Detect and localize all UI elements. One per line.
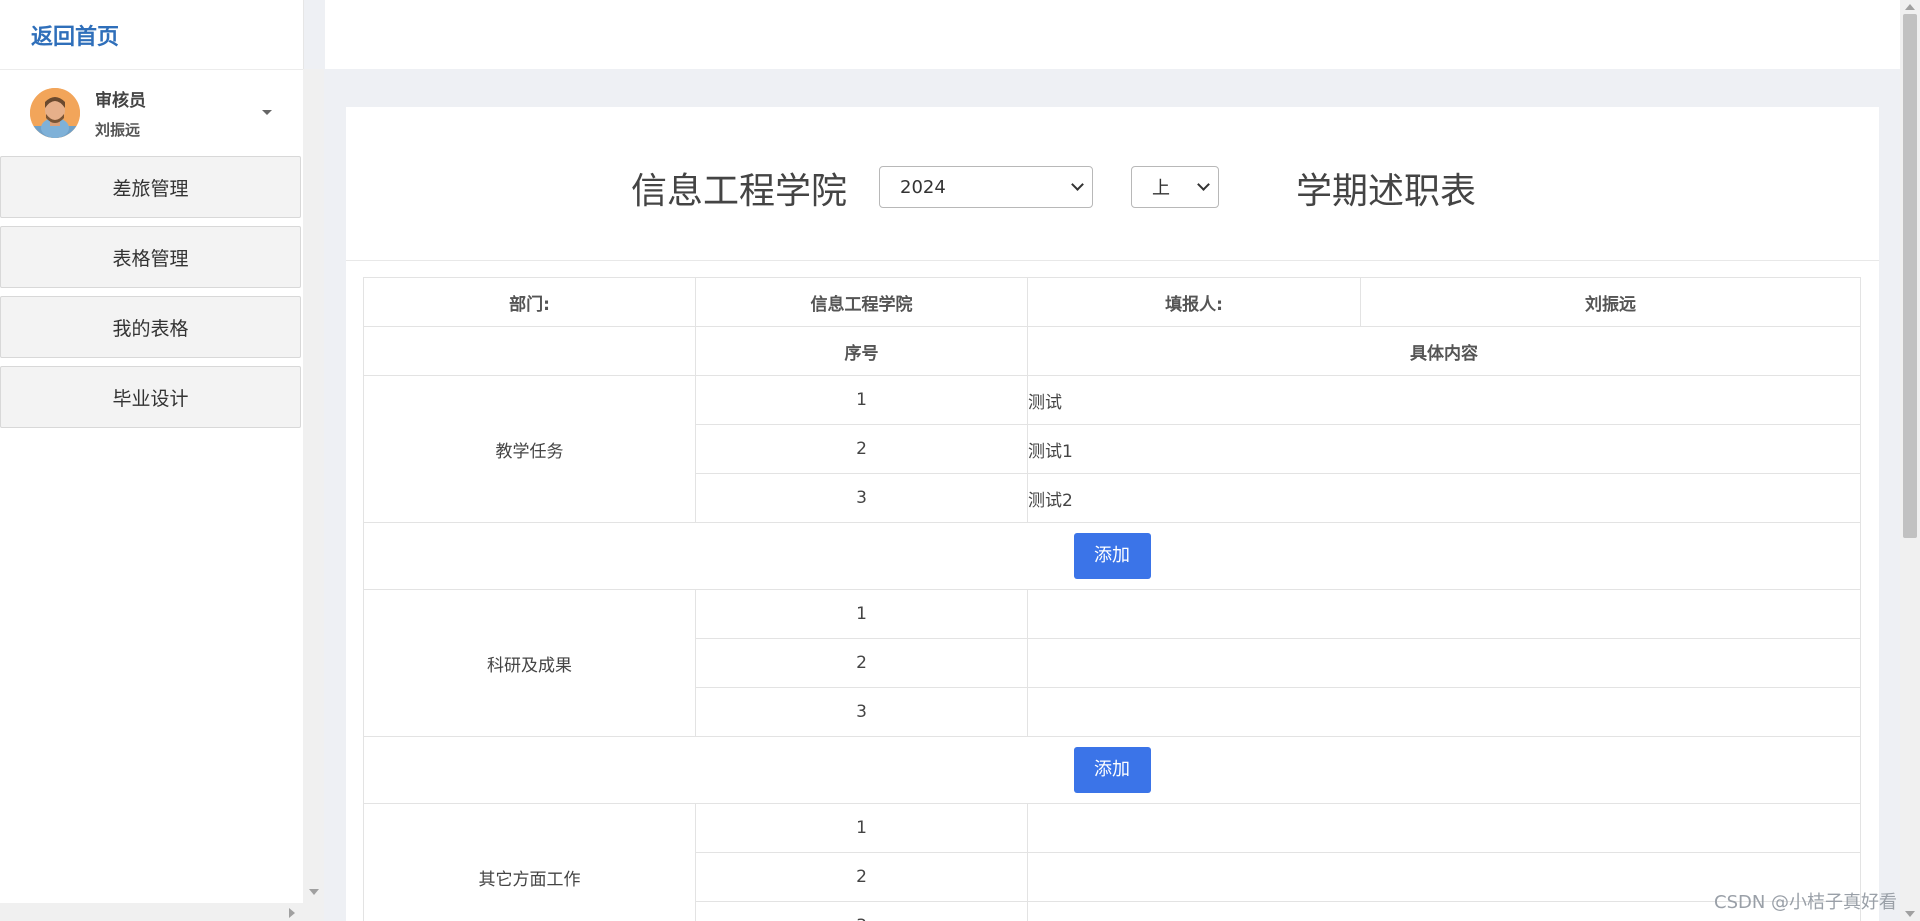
seq-cell: 2 xyxy=(695,424,1028,474)
user-info: 审核员 刘振远 xyxy=(95,86,146,140)
sidebar-menu: 差旅管理 表格管理 我的表格 毕业设计 xyxy=(0,156,303,428)
scroll-down-arrow-icon[interactable] xyxy=(1905,911,1915,917)
seq-cell: 3 xyxy=(695,687,1028,737)
seq-cell: 2 xyxy=(695,638,1028,688)
year-select[interactable]: 2024 xyxy=(879,166,1093,208)
col-header-content: 具体内容 xyxy=(1027,326,1861,376)
scroll-up-arrow-icon[interactable] xyxy=(1905,4,1915,10)
table-row: 部门: 信息工程学院 填报人: 刘振远 xyxy=(363,277,1861,327)
content-cell[interactable]: 测试2 xyxy=(1027,473,1861,523)
seq-cell: 3 xyxy=(695,901,1028,921)
content-cell[interactable]: 测试1 xyxy=(1027,424,1861,474)
add-row: 添加 xyxy=(363,736,1861,804)
page-scrollbar[interactable] xyxy=(1900,0,1920,921)
sidebar-header: 返回首页 xyxy=(0,0,303,70)
content-cell[interactable] xyxy=(1027,638,1861,688)
report-header: 信息工程学院 2024 上 学期述职表 xyxy=(346,107,1879,261)
add-cell: 添加 xyxy=(363,736,1861,804)
horizontal-scrollbar[interactable] xyxy=(0,903,324,921)
avatar-icon xyxy=(30,88,80,138)
sidebar-item-my-forms[interactable]: 我的表格 xyxy=(0,296,301,358)
scroll-down-arrow-icon[interactable] xyxy=(309,889,319,895)
empty-cell xyxy=(363,326,696,376)
dept-label: 部门: xyxy=(363,277,696,327)
chevron-down-icon xyxy=(1071,178,1084,191)
content-cell[interactable]: 测试 xyxy=(1027,375,1861,425)
report-card: 信息工程学院 2024 上 学期述职表 部门: 信息工程学院 填报人: 刘振远 … xyxy=(346,107,1879,921)
term-select[interactable]: 上 xyxy=(1131,166,1219,208)
user-panel: 审核员 刘振远 xyxy=(0,70,303,156)
user-role: 审核员 xyxy=(95,91,146,111)
watermark: CSDN @小桔子真好看 xyxy=(1714,892,1898,913)
year-select-value: 2024 xyxy=(900,176,946,198)
table-row: 教学任务 1 测试 xyxy=(363,375,1861,523)
page-title-college: 信息工程学院 xyxy=(631,171,848,212)
scroll-right-arrow-icon[interactable] xyxy=(289,908,295,918)
top-bar xyxy=(325,0,1900,69)
content-cell[interactable] xyxy=(1027,589,1861,639)
add-teaching-button[interactable]: 添加 xyxy=(1073,533,1151,579)
seq-cell: 3 xyxy=(695,473,1028,523)
section-name: 科研及成果 xyxy=(363,589,696,737)
home-link[interactable]: 返回首页 xyxy=(31,19,119,51)
add-row: 添加 xyxy=(363,522,1861,590)
seq-cell: 2 xyxy=(695,852,1028,902)
avatar xyxy=(30,88,80,138)
sidebar: 返回首页 审核员 刘振远 差旅管理 表格管理 我的表格 毕业设计 xyxy=(0,0,304,903)
dept-value: 信息工程学院 xyxy=(695,277,1028,327)
report-table: 部门: 信息工程学院 填报人: 刘振远 序号 具体内容 教学任务 1 测试 2 … xyxy=(363,277,1861,921)
user-dropdown-caret-icon[interactable] xyxy=(262,110,272,115)
add-research-button[interactable]: 添加 xyxy=(1073,747,1151,793)
table-row: 科研及成果 1 xyxy=(363,589,1861,737)
section-name: 其它方面工作 xyxy=(363,803,696,921)
chevron-down-icon xyxy=(1197,178,1210,191)
table-header-row: 序号 具体内容 xyxy=(363,326,1861,376)
sidebar-scrollbar[interactable] xyxy=(303,69,324,903)
page-title-suffix: 学期述职表 xyxy=(1296,171,1477,212)
seq-cell: 1 xyxy=(695,803,1028,853)
add-cell: 添加 xyxy=(363,522,1861,590)
filler-label: 填报人: xyxy=(1027,277,1361,327)
sidebar-item-graduation-design[interactable]: 毕业设计 xyxy=(0,366,301,428)
content-cell[interactable] xyxy=(1027,803,1861,853)
table-row: 其它方面工作 1 xyxy=(363,803,1861,921)
user-name: 刘振远 xyxy=(95,121,141,139)
scrollbar-thumb[interactable] xyxy=(1903,14,1917,538)
sidebar-item-forms[interactable]: 表格管理 xyxy=(0,226,301,288)
term-select-value: 上 xyxy=(1152,178,1170,199)
sidebar-item-travel[interactable]: 差旅管理 xyxy=(0,156,301,218)
col-header-seq: 序号 xyxy=(695,326,1028,376)
content-cell[interactable] xyxy=(1027,687,1861,737)
filler-value: 刘振远 xyxy=(1360,277,1861,327)
seq-cell: 1 xyxy=(695,375,1028,425)
section-name: 教学任务 xyxy=(363,375,696,523)
seq-cell: 1 xyxy=(695,589,1028,639)
